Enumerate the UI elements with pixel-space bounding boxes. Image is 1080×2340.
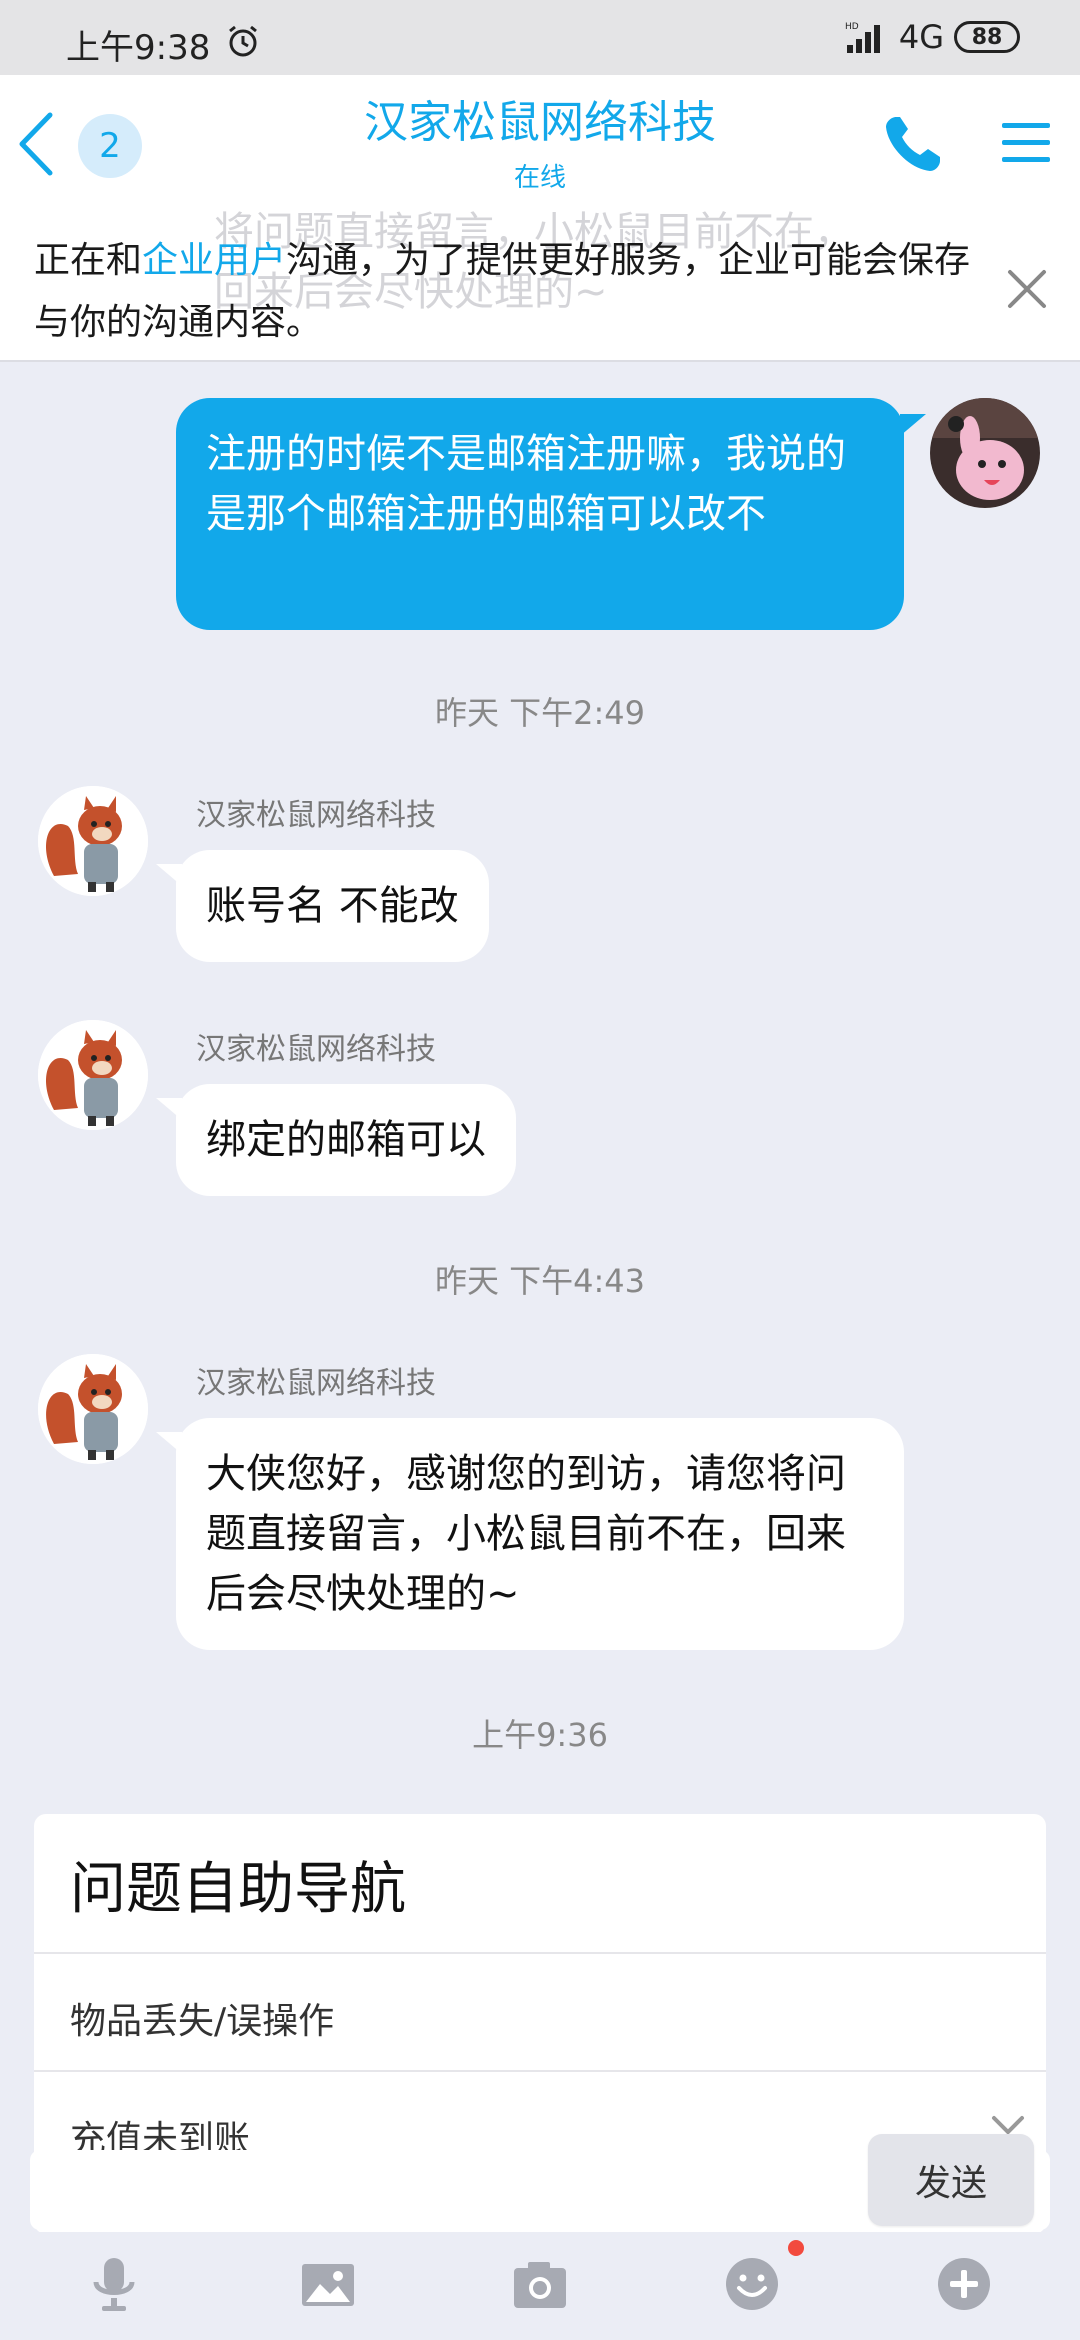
squirrel-avatar-icon: [38, 1354, 148, 1464]
message-timestamp: 昨天 下午4:43: [434, 1262, 646, 1300]
divider: [34, 2070, 1046, 2072]
back-chevron-icon[interactable]: [14, 109, 58, 179]
camera-button[interactable]: [510, 2254, 570, 2314]
outgoing-message[interactable]: 注册的时候不是邮箱注册嘛，我说的是那个邮箱注册的邮箱可以改不: [176, 398, 904, 630]
send-button[interactable]: 发送: [868, 2134, 1034, 2226]
unread-count-badge[interactable]: 2: [78, 114, 142, 178]
shop-avatar[interactable]: [38, 786, 148, 896]
more-button[interactable]: [934, 2254, 994, 2314]
shop-avatar[interactable]: [38, 1020, 148, 1130]
image-button[interactable]: [298, 2254, 358, 2314]
emoji-button[interactable]: [722, 2254, 782, 2314]
incoming-message-text: 大侠您好，感谢您的到访，请您将问题直接留言，小松鼠目前不在，回来后会尽快处理的~: [206, 1451, 846, 1617]
incoming-message-text: 绑定的邮箱可以: [206, 1117, 486, 1163]
input-toolbar: [0, 2232, 1080, 2340]
incoming-message[interactable]: 大侠您好，感谢您的到访，请您将问题直接留言，小松鼠目前不在，回来后会尽快处理的~: [176, 1418, 904, 1650]
alarm-icon: [229, 25, 257, 57]
battery-indicator: 88: [954, 21, 1020, 53]
mic-icon: [93, 2258, 135, 2311]
squirrel-avatar-icon: [38, 1020, 148, 1130]
squirrel-avatar-icon: [38, 786, 148, 896]
incoming-message[interactable]: 绑定的邮箱可以: [176, 1084, 516, 1196]
close-icon[interactable]: [1004, 266, 1050, 312]
emoji-icon: [726, 2258, 778, 2310]
incoming-message[interactable]: 账号名 不能改: [176, 850, 489, 962]
voice-button[interactable]: [84, 2254, 144, 2314]
chat-title: 汉家松鼠网络科技: [364, 97, 716, 148]
bubble-tail: [156, 1432, 182, 1454]
notification-dot: [788, 2240, 804, 2256]
shop-avatar[interactable]: [38, 1354, 148, 1464]
bubble-tail: [156, 1098, 182, 1120]
status-time: 上午9:38: [66, 28, 211, 68]
help-item[interactable]: 物品丢失/误操作: [70, 1992, 334, 2044]
network-type: 4G: [898, 18, 944, 56]
image-icon: [302, 2264, 354, 2306]
bubble-tail: [900, 414, 926, 436]
status-bar: 上午9:38 HD 4G 88: [0, 0, 1080, 75]
user-avatar[interactable]: [930, 398, 1040, 508]
sender-name: 汉家松鼠网络科技: [196, 798, 436, 833]
outgoing-message-text: 注册的时候不是邮箱注册嘛，我说的是那个邮箱注册的邮箱可以改不: [206, 431, 846, 537]
phone-icon[interactable]: [882, 113, 944, 175]
signal-icon: HD: [845, 22, 880, 53]
message-timestamp: 上午9:36: [472, 1716, 608, 1754]
message-timestamp: 昨天 下午2:49: [434, 694, 646, 732]
sender-name: 汉家松鼠网络科技: [196, 1032, 436, 1067]
plus-icon: [938, 2258, 990, 2310]
sender-name: 汉家松鼠网络科技: [196, 1366, 436, 1401]
user-avatar-image: [930, 398, 1040, 508]
divider: [34, 1952, 1046, 1954]
online-status: 在线: [513, 163, 566, 193]
notice-text-before: 正在和: [34, 240, 143, 281]
notice-text: 正在和企业用户沟通，为了提供更好服务，企业可能会保存与你的沟通内容。: [34, 230, 974, 354]
help-card-title: 问题自助导航: [70, 1857, 406, 1922]
privacy-notice-banner: 将问题直接留言，小松鼠目前不在，回来后会尽快处理的~ 正在和企业用户沟通，为了提…: [0, 210, 1080, 362]
svg-text:HD: HD: [845, 22, 859, 32]
incoming-message-text: 账号名 不能改: [206, 883, 459, 929]
bubble-tail: [156, 864, 182, 886]
camera-icon: [514, 2262, 566, 2308]
chat-header: 2 汉家松鼠网络科技 在线: [0, 75, 1080, 210]
header-title-group: 汉家松鼠网络科技 在线: [240, 95, 840, 194]
enterprise-user-link[interactable]: 企业用户: [142, 240, 286, 281]
menu-icon[interactable]: [1000, 117, 1052, 169]
